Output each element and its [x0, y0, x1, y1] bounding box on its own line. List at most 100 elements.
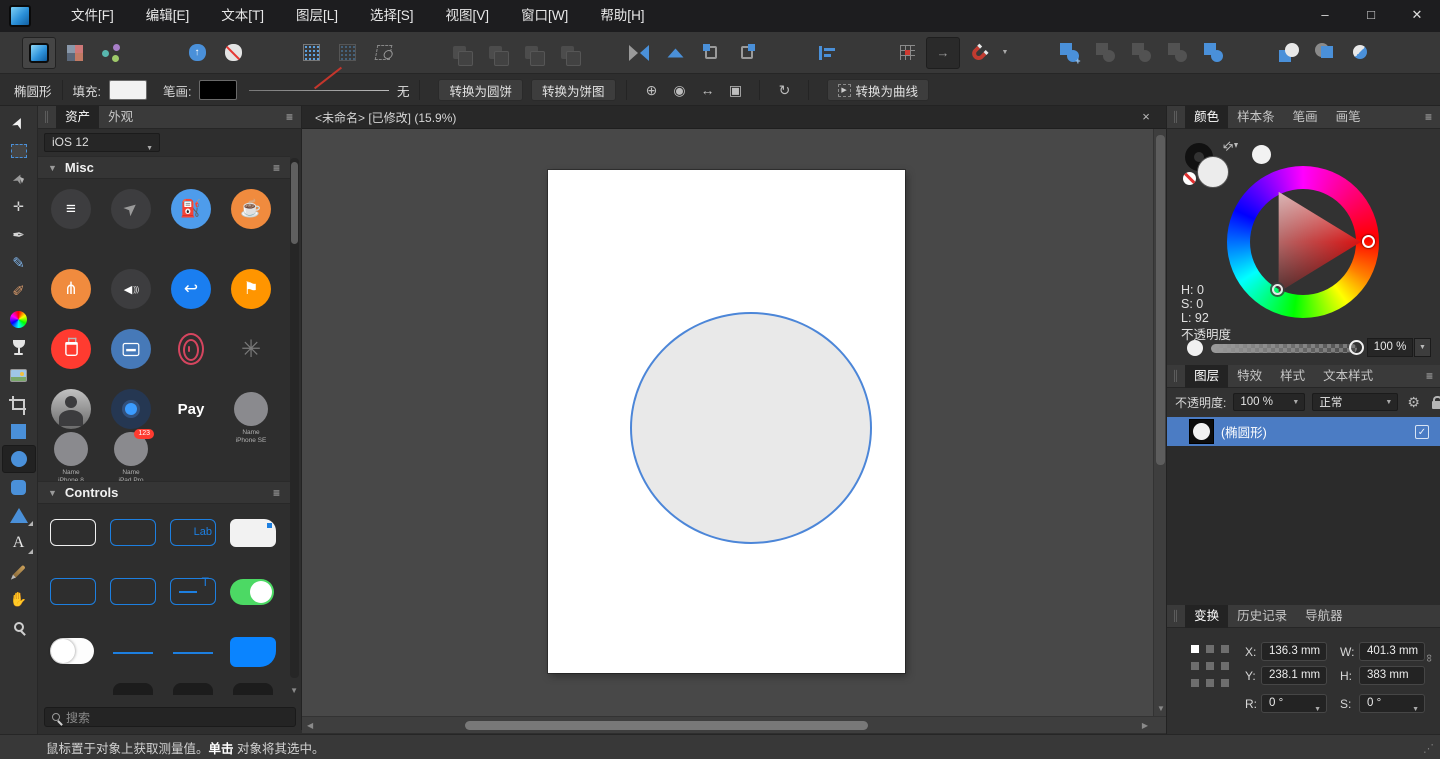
- tool-text[interactable]: A: [2, 529, 36, 557]
- crosshair-icon[interactable]: ⊕: [639, 79, 665, 101]
- control-button-label[interactable]: Lab: [170, 519, 216, 546]
- snapping-dropdown[interactable]: ▼: [998, 37, 1012, 69]
- stroke-width-control[interactable]: 无: [249, 79, 409, 101]
- x-input[interactable]: 136.3 mm: [1261, 642, 1327, 661]
- scroll-left-icon[interactable]: ◀: [307, 721, 313, 730]
- panel-menu-icon[interactable]: ≡: [1425, 110, 1432, 124]
- menu-edit[interactable]: 编辑[E]: [132, 0, 204, 32]
- menu-window[interactable]: 窗口[W]: [507, 0, 582, 32]
- panel-grip-icon[interactable]: ║: [1172, 371, 1179, 382]
- tool-rounded-rectangle[interactable]: [2, 473, 36, 501]
- rotation-select[interactable]: 0 °▼: [1261, 694, 1327, 713]
- asset-avatar-icon[interactable]: [51, 389, 91, 429]
- h-input[interactable]: 383 mm: [1359, 666, 1425, 685]
- tool-pen[interactable]: ✒: [2, 221, 36, 249]
- section-menu-icon[interactable]: ≡: [273, 486, 280, 500]
- asset-search-input[interactable]: 搜索: [44, 707, 296, 727]
- tab-swatches[interactable]: 样本条: [1228, 106, 1284, 129]
- w-input[interactable]: 401.3 mm: [1359, 642, 1425, 661]
- export-persona-button[interactable]: [94, 37, 128, 69]
- tab-appearance[interactable]: 外观: [99, 106, 142, 129]
- control-button-outline[interactable]: [110, 578, 156, 605]
- move-by-whole-pixels-button[interactable]: →: [926, 37, 960, 69]
- menu-select[interactable]: 选择[S]: [356, 0, 428, 32]
- stroke-swatch[interactable]: [199, 80, 237, 100]
- picked-color-well[interactable]: [1252, 145, 1271, 164]
- section-misc-header[interactable]: ▼ Misc ≡: [38, 156, 290, 179]
- arrange-front-button[interactable]: [1272, 37, 1306, 69]
- asset-fuel-icon[interactable]: ⛽: [171, 189, 211, 229]
- panel-grip-icon[interactable]: ║: [1172, 112, 1179, 123]
- asset-reply-icon[interactable]: ↩: [171, 269, 211, 309]
- boolean-add-button[interactable]: +: [1052, 37, 1086, 69]
- tool-artboard[interactable]: [2, 137, 36, 165]
- control-divider-line[interactable]: [173, 652, 213, 654]
- tab-effects[interactable]: 特效: [1228, 365, 1271, 388]
- anchor-point-selector[interactable]: [1191, 645, 1229, 687]
- control-button-outline[interactable]: [50, 578, 96, 605]
- scrollbar-thumb[interactable]: [465, 721, 868, 730]
- assets-scrollbar[interactable]: [290, 158, 299, 678]
- designer-persona-button[interactable]: [22, 37, 56, 69]
- asset-list-icon[interactable]: ≡: [51, 189, 91, 229]
- maximize-button[interactable]: □: [1348, 0, 1394, 32]
- boolean-combine-button[interactable]: [1196, 37, 1230, 69]
- canvas-vertical-scrollbar[interactable]: ▼: [1153, 129, 1166, 716]
- asset-coffee-icon[interactable]: ☕: [231, 189, 271, 229]
- tab-transform[interactable]: 变换: [1185, 605, 1228, 628]
- edit-all-layers-button[interactable]: [216, 37, 250, 69]
- asset-fingerprint-icon[interactable]: [171, 329, 211, 369]
- show-handles-icon[interactable]: ◉: [667, 79, 693, 101]
- section-menu-icon[interactable]: ≡: [273, 161, 280, 175]
- asset-spinner-icon[interactable]: ✳: [231, 329, 271, 369]
- tab-text-styles[interactable]: 文本样式: [1314, 365, 1382, 388]
- tool-rectangle[interactable]: [2, 417, 36, 445]
- asset-navigation-icon[interactable]: ➤: [111, 189, 151, 229]
- layer-visibility-checkbox[interactable]: ✓: [1415, 425, 1429, 439]
- tab-brush[interactable]: 画笔: [1327, 106, 1370, 129]
- fill-color-well[interactable]: [1197, 156, 1229, 188]
- asset-flag-icon[interactable]: ⚑: [231, 269, 271, 309]
- convert-to-curves-button[interactable]: ▶ 转换为曲线: [827, 79, 930, 101]
- asset-location-icon[interactable]: [111, 389, 151, 429]
- tool-zoom[interactable]: [2, 613, 36, 641]
- panel-grip-icon[interactable]: ║: [43, 112, 50, 123]
- layer-row-selected[interactable]: (椭圆形) ✓: [1167, 417, 1440, 446]
- tab-assets[interactable]: 资产: [56, 106, 99, 129]
- menu-help[interactable]: 帮助[H]: [586, 0, 658, 32]
- asset-volume-icon[interactable]: ◀))): [111, 269, 151, 309]
- minimize-button[interactable]: –: [1302, 0, 1348, 32]
- close-button[interactable]: ✕: [1394, 0, 1440, 32]
- resize-grip-icon[interactable]: ⋰: [1423, 742, 1434, 755]
- section-controls-header[interactable]: ▼ Controls ≡: [38, 481, 290, 504]
- tab-color[interactable]: 颜色: [1185, 106, 1228, 129]
- panel-menu-icon[interactable]: ≡: [1426, 369, 1433, 383]
- rotate-cw-button[interactable]: [730, 37, 764, 69]
- asset-apple-pay[interactable]: Pay: [171, 389, 211, 429]
- tool-place-image[interactable]: [2, 361, 36, 389]
- scrollbar-thumb[interactable]: [1156, 135, 1165, 465]
- layer-name[interactable]: (椭圆形): [1221, 422, 1267, 441]
- document-close-icon[interactable]: ×: [1136, 106, 1156, 129]
- tool-color-picker[interactable]: [2, 557, 36, 585]
- collapse-triangle-icon[interactable]: ▼: [48, 163, 57, 173]
- tab-navigator[interactable]: 导航器: [1296, 605, 1352, 628]
- select-all-button[interactable]: [294, 37, 328, 69]
- tool-view-hand[interactable]: ✋: [2, 585, 36, 613]
- rotate-ccw-button[interactable]: [694, 37, 728, 69]
- snap-grid-button[interactable]: [890, 37, 924, 69]
- arrange-back-button[interactable]: [1344, 37, 1378, 69]
- tool-node[interactable]: ➤: [2, 165, 36, 193]
- control-dark-pill[interactable]: [173, 683, 213, 695]
- opacity-value[interactable]: 100 %: [1367, 338, 1413, 357]
- hue-wheel[interactable]: [1227, 166, 1379, 318]
- transform-mode-button[interactable]: [366, 37, 400, 69]
- asset-trash-icon[interactable]: [51, 329, 91, 369]
- menu-layer[interactable]: 图层[L]: [282, 0, 352, 32]
- blend-options-gear-icon[interactable]: ⚙: [1407, 394, 1420, 411]
- menu-text[interactable]: 文本[T]: [207, 0, 278, 32]
- control-divider-line[interactable]: [113, 652, 153, 654]
- tool-vector-crop[interactable]: [2, 389, 36, 417]
- scroll-down-icon[interactable]: ▼: [290, 686, 298, 695]
- asset-archive-icon[interactable]: [111, 329, 151, 369]
